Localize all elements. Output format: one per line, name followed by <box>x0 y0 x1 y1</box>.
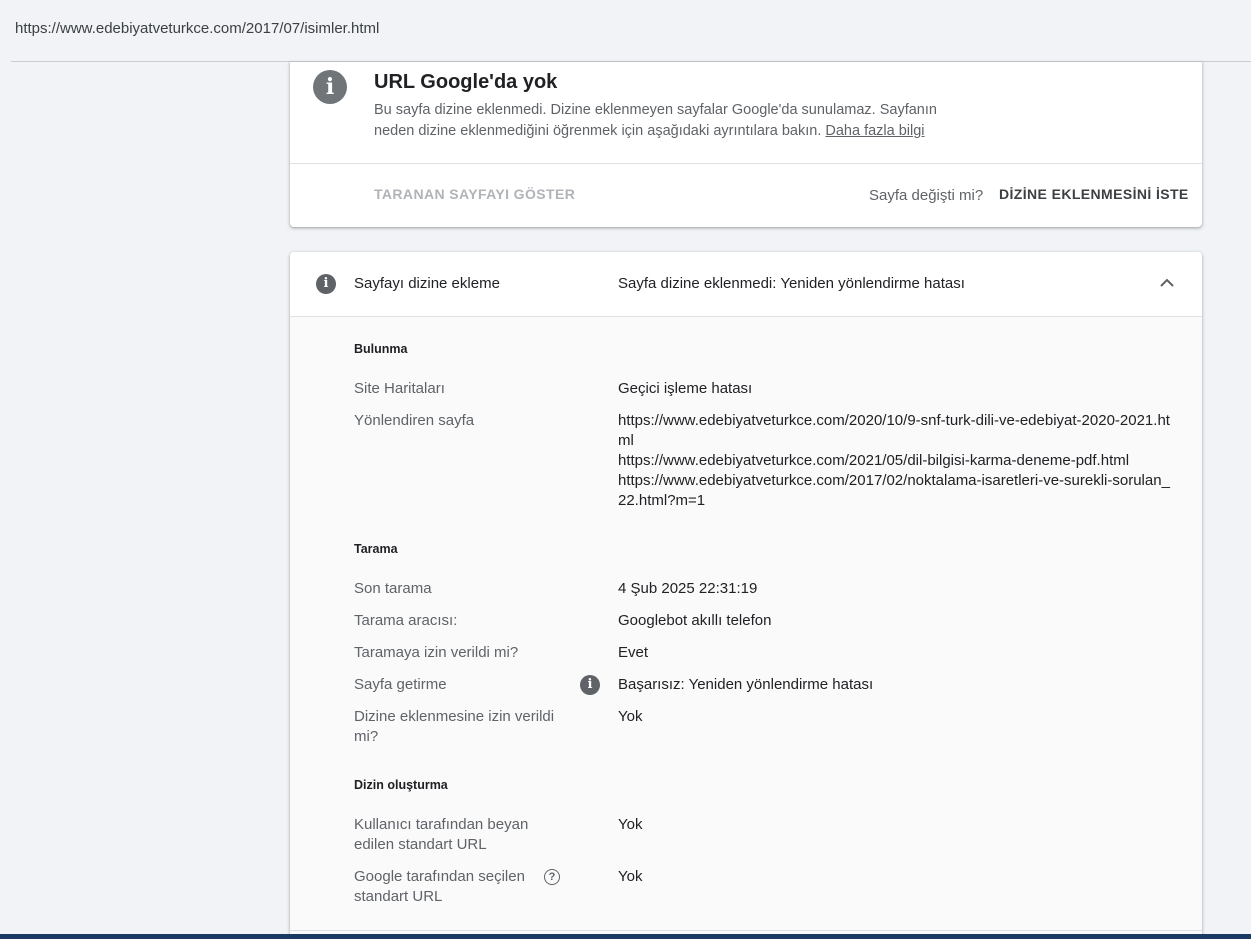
crawl-allowed-value: Evet <box>618 644 649 661</box>
request-indexing-button[interactable]: DİZİNE EKLENMESİNİ İSTE <box>999 186 1189 202</box>
referring-page-label: Yönlendiren sayfa <box>354 412 475 429</box>
show-crawled-page-button[interactable]: TARANAN SAYFAYI GÖSTER <box>374 186 575 202</box>
indexing-label: Sayfayı dizine ekleme <box>354 275 500 292</box>
last-crawl-value: 4 Şub 2025 22:31:19 <box>618 580 758 597</box>
section-title-indexing: Dizin oluşturma <box>354 778 448 792</box>
panel-bottom-divider <box>290 930 1202 931</box>
indexing-panel: i Sayfayı dizine ekleme Sayfa dizine ekl… <box>290 252 1202 939</box>
sitemaps-label: Site Haritaları <box>354 380 445 397</box>
referring-pages-list: https://www.edebiyatveturkce.com/2020/10… <box>618 411 1178 511</box>
indexing-allowed-value: Yok <box>618 708 643 725</box>
referring-page-url[interactable]: https://www.edebiyatveturkce.com/2021/05… <box>618 451 1178 471</box>
google-canonical-value: Yok <box>618 868 643 885</box>
bottom-bar <box>0 934 1251 939</box>
crawl-allowed-label: Taramaya izin verildi mi? <box>354 644 519 661</box>
user-canonical-label: Kullanıcı tarafından beyan edilen standa… <box>354 816 529 853</box>
section-title-discovery: Bulunma <box>354 342 408 356</box>
google-canonical-label: Google tarafından seçilen standart URL <box>354 868 525 905</box>
page-url[interactable]: https://www.edebiyatveturkce.com/2017/07… <box>15 20 379 37</box>
info-icon[interactable]: i <box>580 675 600 695</box>
page-fetch-value: Başarısız: Yeniden yönlendirme hatası <box>618 676 874 693</box>
learn-more-link[interactable]: Daha fazla bilgi <box>825 123 924 139</box>
section-title-crawl: Tarama <box>354 542 398 556</box>
address-bar: https://www.edebiyatveturkce.com/2017/07… <box>0 0 1251 61</box>
indexing-status: Sayfa dizine eklenmedi: Yeniden yönlendi… <box>618 275 965 292</box>
status-title: URL Google'da yok <box>374 71 558 93</box>
crawled-as-label: Tarama aracısı: <box>354 612 458 629</box>
user-canonical-value: Yok <box>618 816 643 833</box>
indexing-panel-header[interactable]: i Sayfayı dizine ekleme Sayfa dizine ekl… <box>290 252 1202 317</box>
indexing-allowed-label: Dizine eklenmesine izin verildi mi? <box>354 708 555 745</box>
help-icon[interactable]: ? <box>544 869 560 885</box>
page-changed-question: Sayfa değişti mi? <box>869 187 984 204</box>
info-icon: i <box>316 274 336 294</box>
chevron-up-icon[interactable] <box>1158 276 1176 290</box>
info-icon: i <box>313 70 347 104</box>
referring-page-url[interactable]: https://www.edebiyatveturkce.com/2017/02… <box>618 471 1178 511</box>
last-crawl-label: Son tarama <box>354 580 432 597</box>
sitemaps-value: Geçici işleme hatası <box>618 380 753 397</box>
url-status-card: i URL Google'da yok Bu sayfa dizine ekle… <box>290 62 1202 227</box>
referring-page-url[interactable]: https://www.edebiyatveturkce.com/2020/10… <box>618 411 1178 451</box>
card-divider <box>290 163 1202 164</box>
status-description: Bu sayfa dizine eklenmedi. Dizine eklenm… <box>374 100 974 142</box>
crawled-as-value: Googlebot akıllı telefon <box>618 612 772 629</box>
page-fetch-label: Sayfa getirme <box>354 676 447 693</box>
